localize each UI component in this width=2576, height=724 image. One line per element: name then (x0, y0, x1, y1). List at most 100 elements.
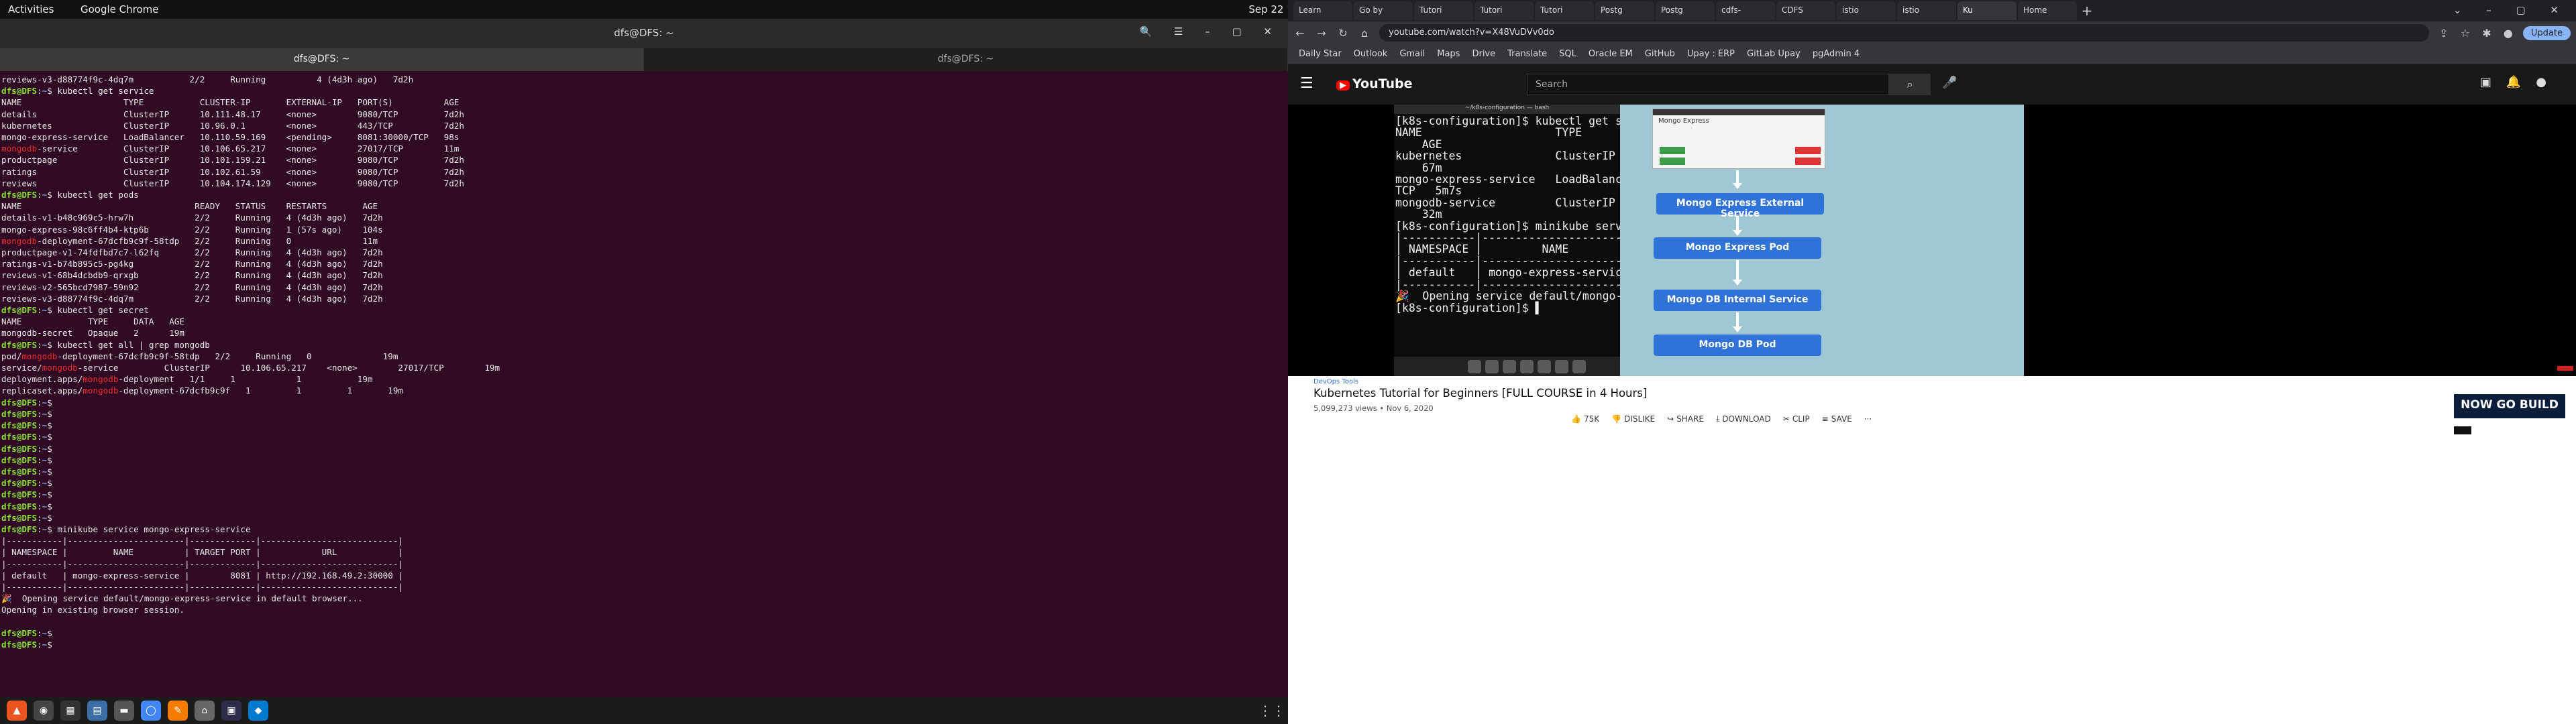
profile-icon[interactable]: ● (2502, 27, 2515, 40)
video-actions: 👍 75K 👎 DISLIKE ↪ SHARE ⤓ DOWNLOAD ✂ CLIP ≡ SA… (1571, 414, 1872, 424)
microphone-icon[interactable]: 🎤 (1942, 76, 1957, 90)
slide-box: Mongo Express Pod (1654, 237, 1821, 259)
terminal-output[interactable]: reviews-v3-d88774f9c-4dq7m 2/2 Running 4… (0, 71, 1288, 697)
ubuntu-icon[interactable]: ▲ (7, 701, 27, 721)
chrome-tab[interactable]: istio (1897, 1, 1956, 20)
back-icon[interactable]: ← (1293, 27, 1307, 40)
channel-name[interactable]: DevOps Tools (1313, 378, 2065, 385)
new-tab-icon[interactable]: + (2078, 3, 2096, 19)
vscode-icon[interactable]: ◆ (248, 701, 268, 721)
bookmark[interactable]: GitHub (1645, 49, 1675, 59)
postman-icon[interactable]: ✎ (168, 701, 188, 721)
star-icon[interactable]: ☆ (2459, 27, 2472, 40)
chrome-tab[interactable]: Tutori (1474, 1, 1534, 20)
home-icon[interactable]: ⌂ (195, 701, 215, 721)
extensions-icon[interactable]: ✱ (2480, 27, 2493, 40)
settings-icon[interactable]: ◉ (34, 701, 54, 721)
dock: ▲ ◉ ▦ ▤ ▬ ◯ ✎ ⌂ ▣ ◆ ⋮⋮ (0, 697, 1288, 724)
share-label: SHARE (1676, 414, 1704, 424)
chrome-tab[interactable]: CDFS (1776, 1, 1835, 20)
activities-button[interactable]: Activities (8, 3, 54, 15)
video-title: Kubernetes Tutorial for Beginners [FULL … (1313, 387, 1648, 400)
mongo-express-screenshot: Mongo Express (1652, 109, 1825, 169)
chrome-tab[interactable]: Learn (1293, 1, 1352, 20)
more-actions-button[interactable]: ··· (1864, 414, 1872, 424)
chrome-tab[interactable]: Go by (1354, 1, 1413, 20)
chrome-window-controls[interactable]: ⌄ – ▢ ✕ (2453, 4, 2569, 16)
clip-button[interactable]: ✂ CLIP (1783, 414, 1810, 424)
terminal-window-controls[interactable]: 🔍 ☰ – ▢ ✕ (1140, 25, 1281, 38)
video-player[interactable]: ~/k8s-configuration — bash [k8s-configur… (1288, 105, 2576, 376)
scissors-icon: ✂ (1782, 414, 1790, 424)
search-input[interactable]: Search (1527, 74, 1889, 95)
dislike-button[interactable]: 👎 DISLIKE (1611, 414, 1655, 424)
slide-box: Mongo DB Internal Service (1654, 290, 1821, 311)
header-actions[interactable]: ▣🔔● (2480, 75, 2561, 89)
video-terminal-caption: ~/k8s-configuration — bash (1394, 105, 1620, 114)
bookmark[interactable]: pgAdmin 4 (1813, 49, 1860, 59)
download-button[interactable]: ⤓ DOWNLOAD (1716, 414, 1771, 424)
chrome-tab-active[interactable]: Ku (1957, 1, 2017, 20)
bookmark[interactable]: Daily Star (1299, 49, 1342, 59)
files-icon[interactable]: ▤ (87, 701, 107, 721)
youtube-page: ☰ ▶ YouTube Search ⌕ 🎤 ▣🔔● ~/k8s-configur… (1288, 64, 2576, 724)
hamburger-menu-icon[interactable]: ☰ (1300, 75, 1313, 92)
chrome-window: Learn Go by Tutori Tutori Tutori Postg P… (1288, 0, 2576, 724)
player-right-panel (2457, 105, 2576, 376)
chrome-tab[interactable]: cdfs- (1716, 1, 1775, 20)
watermark (2557, 366, 2573, 371)
bookmark[interactable]: GitLab Upay (1747, 49, 1801, 59)
bookmark[interactable]: Gmail (1399, 49, 1425, 59)
bookmarks-bar: Daily Star Outlook Gmail Maps Drive Tran… (1288, 44, 2576, 64)
share-arrow-icon: ↪ (1667, 414, 1674, 424)
recommended-item[interactable] (2454, 424, 2565, 437)
chrome-toolbar: ← → ↻ ⌂ youtube.com/watch?v=X48VuDVv0do … (1288, 21, 2576, 44)
terminal-tab-2[interactable]: dfs@DFS: ~ (644, 48, 1288, 71)
forward-icon[interactable]: → (1315, 27, 1328, 40)
reload-icon[interactable]: ↻ (1336, 27, 1350, 40)
update-button[interactable]: Update (2522, 25, 2571, 40)
share-button[interactable]: ↪ SHARE (1667, 414, 1704, 424)
chrome-tab[interactable]: Home (2018, 1, 2077, 20)
thumbs-up-icon: 👍 (1571, 414, 1581, 424)
terminal-title: dfs@DFS: ~ (614, 27, 674, 39)
chrome-tab[interactable]: Postg (1595, 1, 1654, 20)
home-button-icon[interactable]: ⌂ (1358, 27, 1371, 40)
recommended-thumbnail (2454, 426, 2471, 434)
chrome-tab[interactable]: istio (1837, 1, 1896, 20)
bookmark[interactable]: Outlook (1354, 49, 1388, 59)
bookmark[interactable]: SQL (1559, 49, 1576, 59)
video-slide: Mongo Express Mongo Express External Ser… (1620, 105, 2024, 376)
ad-banner[interactable]: NOW GO BUILD (2454, 394, 2565, 418)
search-icon[interactable]: ⌕ (1889, 74, 1931, 95)
chrome-tab[interactable]: Tutori (1414, 1, 1473, 20)
app-grid-icon[interactable]: ⋮⋮ (1258, 703, 1285, 719)
youtube-header: ☰ ▶ YouTube Search ⌕ 🎤 ▣🔔● (1288, 64, 2576, 105)
video-terminal-frame: ~/k8s-configuration — bash [k8s-configur… (1394, 105, 1620, 376)
terminal-icon[interactable]: ▦ (60, 701, 80, 721)
terminal-tab-1[interactable]: dfs@DFS: ~ (0, 48, 644, 71)
active-app-menu[interactable]: Google Chrome (80, 3, 159, 15)
terminal-window: dfs@DFS: ~ 🔍 ☰ – ▢ ✕ dfs@DFS: ~ dfs@DFS:… (0, 19, 1288, 697)
address-bar[interactable]: youtube.com/watch?v=X48VuDVv0do (1379, 24, 2429, 42)
bookmark[interactable]: Maps (1437, 49, 1460, 59)
terminal-tabs: dfs@DFS: ~ dfs@DFS: ~ (0, 48, 1288, 71)
bookmark[interactable]: Oracle EM (1589, 49, 1633, 59)
like-button[interactable]: 👍 75K (1571, 414, 1599, 424)
youtube-logo[interactable]: ▶ YouTube (1336, 76, 1412, 91)
chrome-icon[interactable]: ◯ (141, 701, 161, 721)
video-terminal-text: [k8s-configuration]$ kubectl get servi N… (1395, 115, 1620, 314)
download-icon: ⤓ (1715, 414, 1720, 423)
thumb-title: Mongo Express (1658, 117, 1709, 125)
bookmark[interactable]: Translate (1507, 49, 1547, 59)
save-button[interactable]: ≡ SAVE (1822, 414, 1852, 424)
chrome-tab[interactable]: Tutori (1535, 1, 1594, 20)
chrome-tab[interactable]: Postg (1656, 1, 1715, 20)
bookmark[interactable]: Drive (1472, 49, 1495, 59)
save-label: SAVE (1831, 414, 1852, 424)
intellij-icon[interactable]: ▣ (221, 701, 241, 721)
bookmark[interactable]: Upay : ERP (1687, 49, 1735, 59)
share-icon[interactable]: ⇪ (2437, 27, 2451, 40)
terminal-titlebar[interactable]: dfs@DFS: ~ 🔍 ☰ – ▢ ✕ (0, 19, 1288, 48)
folder-icon[interactable]: ▬ (114, 701, 134, 721)
